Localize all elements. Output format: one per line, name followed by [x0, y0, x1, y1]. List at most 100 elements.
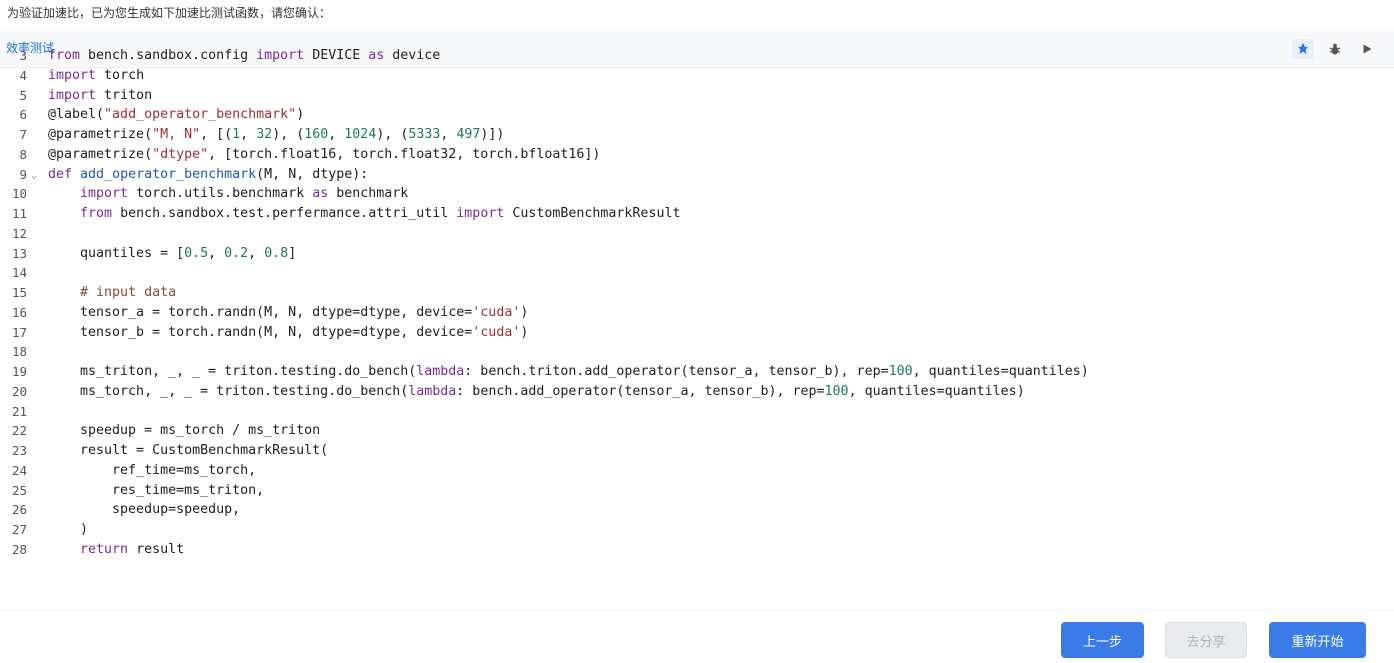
code-text: @parametrize("dtype", [torch.float16, to…: [48, 145, 600, 165]
code-text: # input data: [48, 283, 176, 303]
code-text: res_time=ms_triton,: [48, 481, 264, 501]
code-token: import: [80, 186, 129, 202]
line-number: 3: [19, 48, 27, 63]
code-token: # input data: [80, 285, 177, 300]
code-token: ,: [440, 127, 457, 142]
line-number: 11: [11, 206, 27, 221]
code-text: ref_time=ms_torch,: [48, 461, 256, 481]
code-token: 'cuda': [472, 304, 521, 320]
line-number: 27: [11, 522, 27, 537]
code-token: , quantiles=quantiles): [912, 364, 1089, 379]
line-number: 22: [11, 423, 27, 439]
code-token: 'cuda': [472, 324, 521, 340]
code-token: 160: [304, 127, 329, 142]
code-token: bench.sandbox.test.perfermance.attri_uti…: [112, 206, 457, 221]
code-editor[interactable]: 3 from bench.sandbox.config import DEVICE…: [0, 46, 1394, 560]
code-line: 17 tensor_b = torch.randn(M, N, dtype=dt…: [0, 323, 1394, 343]
line-number: 19: [11, 364, 27, 379]
code-token: 32: [256, 127, 273, 142]
code-line: 12: [0, 224, 1394, 244]
code-token: res_time=ms_triton,: [48, 482, 265, 498]
code-line: 21: [0, 402, 1394, 422]
code-line: 8 @parametrize("dtype", [torch.float16, t…: [0, 145, 1394, 165]
code-text: result = CustomBenchmarkResult(: [48, 441, 328, 461]
prev-step-button[interactable]: 上一步: [1061, 622, 1144, 658]
restart-button[interactable]: 重新开始: [1269, 622, 1366, 658]
code-token: ): [520, 304, 529, 320]
code-token: ,: [248, 245, 265, 261]
code-token: result = CustomBenchmarkResult(: [48, 443, 329, 458]
code-line: 13 quantiles = [0.5, 0.2, 0.8]: [0, 244, 1394, 264]
code-line: 22 speedup = ms_torch / ms_triton: [0, 421, 1394, 441]
line-number: 15: [11, 285, 27, 300]
code-token: bench.sandbox.config: [80, 48, 257, 63]
code-text: speedup=speedup,: [48, 500, 240, 520]
code-text: import torch: [48, 66, 144, 86]
line-number: 18: [11, 344, 27, 360]
code-line: 4 import torch: [0, 66, 1394, 86]
code-token: "add_operator_benchmark": [104, 107, 297, 123]
share-button[interactable]: 去分享: [1165, 622, 1247, 658]
code-token: ), (: [272, 127, 305, 142]
code-line: 28 return result: [0, 540, 1394, 560]
code-token: ]: [288, 245, 297, 261]
code-token: : bench.add_operator(tensor_a, tensor_b)…: [456, 383, 825, 399]
code-line: 27 ): [0, 520, 1394, 540]
code-text: @label("add_operator_benchmark"): [48, 105, 304, 125]
code-token: 497: [456, 127, 481, 142]
line-number: 24: [11, 462, 27, 478]
code-token: ,: [208, 245, 225, 261]
code-text: ms_torch, _, _ = triton.testing.do_bench…: [48, 382, 1025, 402]
code-text: import torch.utils.benchmark as benchmar…: [48, 184, 408, 204]
line-number: 23: [11, 443, 27, 458]
code-line: 24 ref_time=ms_torch,: [0, 461, 1394, 481]
code-token: CustomBenchmarkResult: [504, 206, 681, 221]
code-line: 26 speedup=speedup,: [0, 500, 1394, 520]
code-line: 7 @parametrize("M, N", [(1, 32), (160, 10…: [0, 125, 1394, 145]
fold-chevron-icon[interactable]: ⌄: [31, 166, 37, 186]
code-token: speedup=speedup,: [48, 502, 241, 518]
code-text: tensor_a = torch.randn(M, N, dtype=dtype…: [48, 303, 528, 323]
code-line: 6 @label("add_operator_benchmark"): [0, 105, 1394, 125]
code-token: @parametrize(: [48, 146, 153, 162]
line-number: 25: [11, 482, 27, 498]
code-token: @parametrize(: [48, 127, 153, 142]
code-token: 1024: [344, 127, 377, 142]
line-number: 10: [11, 186, 27, 202]
code-token: 0.5: [184, 245, 209, 261]
code-line: 9 ⌄ def add_operator_benchmark(M, N, dtype…: [0, 165, 1394, 185]
code-token: ): [296, 107, 305, 123]
code-token: torch: [96, 67, 145, 83]
code-text: @parametrize("M, N", [(1, 32), (160, 102…: [48, 125, 504, 145]
code-line: 11 from bench.sandbox.test.perfermance.a…: [0, 204, 1394, 224]
code-token: quantiles = [: [48, 245, 185, 261]
code-token: 0.2: [224, 245, 249, 261]
code-token: import: [48, 87, 97, 103]
code-line: 15 # input data: [0, 283, 1394, 303]
line-number: 6: [19, 107, 27, 123]
code-token: "M, N": [152, 127, 201, 142]
footer-bar: 上一步 去分享 重新开始: [0, 610, 1394, 663]
code-line: 10 import torch.utils.benchmark as bench…: [0, 184, 1394, 204]
code-token: return: [80, 541, 129, 557]
code-token: torch.utils.benchmark: [128, 186, 313, 202]
code-token: tensor_b = torch.randn(M, N, dtype=dtype…: [48, 324, 473, 340]
line-number: 17: [11, 324, 27, 340]
code-token: : bench.triton.add_operator(tensor_a, te…: [464, 364, 889, 379]
code-token: tensor_a = torch.randn(M, N, dtype=dtype…: [48, 304, 473, 320]
code-token: result: [128, 541, 185, 557]
code-token: ref_time=ms_torch,: [48, 462, 257, 478]
code-token: as: [368, 48, 385, 63]
code-token: from: [80, 206, 113, 221]
code-token: import: [48, 67, 97, 83]
code-token: , [(: [200, 127, 233, 142]
code-token: device: [384, 48, 441, 63]
code-text: from bench.sandbox.config import DEVICE …: [48, 46, 440, 66]
line-number: 8: [19, 146, 27, 162]
line-number: 4: [19, 67, 27, 83]
code-line: 23 result = CustomBenchmarkResult(: [0, 441, 1394, 461]
code-token: , [torch.float16, torch.float32, torch.b…: [208, 146, 601, 162]
